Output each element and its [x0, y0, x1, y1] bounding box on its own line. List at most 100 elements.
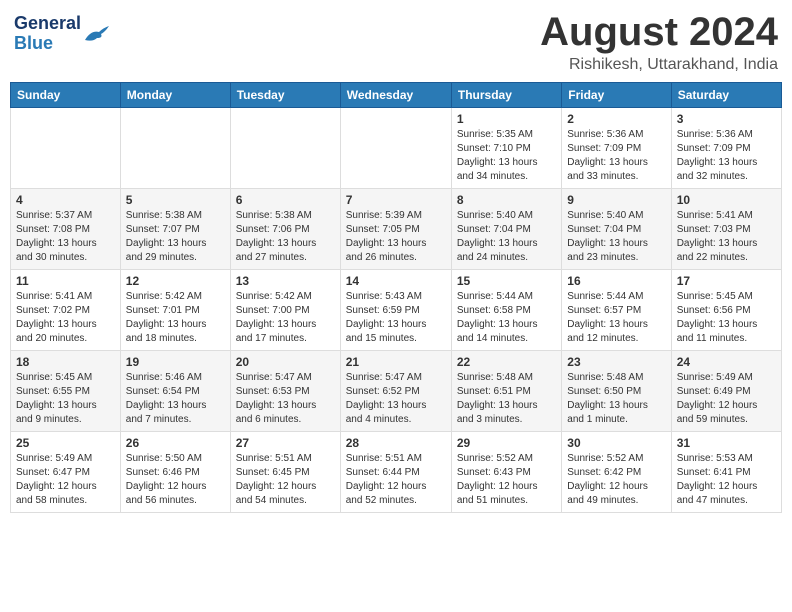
day-number: 19 [126, 355, 225, 369]
calendar-cell: 26 Sunrise: 5:50 AMSunset: 6:46 PMDayligh… [120, 432, 230, 513]
calendar-cell: 5 Sunrise: 5:38 AMSunset: 7:07 PMDaylight… [120, 189, 230, 270]
day-info: Sunrise: 5:40 AMSunset: 7:04 PMDaylight:… [567, 209, 665, 265]
calendar-cell: 4 Sunrise: 5:37 AMSunset: 7:08 PMDaylight… [11, 189, 121, 270]
calendar-cell: 13Sunrise: 5:42 AMSunset: 7:00 PMDayligh… [230, 270, 340, 351]
calendar-cell: 6 Sunrise: 5:38 AMSunset: 7:06 PMDaylight… [230, 189, 340, 270]
calendar-cell: 28 Sunrise: 5:51 AMSunset: 6:44 PMDayligh… [340, 432, 451, 513]
calendar-cell: 25 Sunrise: 5:49 AMSunset: 6:47 PMDayligh… [11, 432, 121, 513]
calendar-header-row: SundayMondayTuesdayWednesdayThursdayFrid… [11, 83, 782, 108]
calendar-cell: 29Sunrise: 5:52 AMSunset: 6:43 PMDayligh… [451, 432, 561, 513]
day-info: Sunrise: 5:41 AMSunset: 7:02 PMDaylight:… [16, 290, 115, 346]
calendar-week-1: 1Sunrise: 5:35 AMSunset: 7:10 PMDaylight… [11, 108, 782, 189]
day-info: Sunrise: 5:38 AMSunset: 7:07 PMDaylight:… [126, 209, 225, 265]
day-info: Sunrise: 5:51 AMSunset: 6:44 PMDaylight:… [346, 452, 446, 508]
day-info: Sunrise: 5:49 AMSunset: 6:47 PMDaylight:… [16, 452, 115, 508]
day-info: Sunrise: 5:51 AMSunset: 6:45 PMDaylight:… [236, 452, 335, 508]
day-info: Sunrise: 5:37 AMSunset: 7:08 PMDaylight:… [16, 209, 115, 265]
day-number: 7 [346, 193, 446, 207]
calendar-cell: 11 Sunrise: 5:41 AMSunset: 7:02 PMDayligh… [11, 270, 121, 351]
calendar-cell: 19 Sunrise: 5:46 AMSunset: 6:54 PMDayligh… [120, 351, 230, 432]
calendar-cell: 10Sunrise: 5:41 AMSunset: 7:03 PMDayligh… [671, 189, 781, 270]
calendar-cell: 17Sunrise: 5:45 AMSunset: 6:56 PMDayligh… [671, 270, 781, 351]
calendar-cell: 3 Sunrise: 5:36 AMSunset: 7:09 PMDaylight… [671, 108, 781, 189]
day-number: 14 [346, 274, 446, 288]
day-info: Sunrise: 5:38 AMSunset: 7:06 PMDaylight:… [236, 209, 335, 265]
logo-bird-icon [83, 22, 111, 46]
day-number: 25 [16, 436, 115, 450]
day-number: 2 [567, 112, 665, 126]
calendar-cell: 16 Sunrise: 5:44 AMSunset: 6:57 PMDayligh… [562, 270, 671, 351]
calendar-cell: 24 Sunrise: 5:49 AMSunset: 6:49 PMDayligh… [671, 351, 781, 432]
day-info: Sunrise: 5:42 AMSunset: 7:01 PMDaylight:… [126, 290, 225, 346]
month-title: August 2024 [540, 10, 778, 54]
day-number: 9 [567, 193, 665, 207]
day-info: Sunrise: 5:47 AMSunset: 6:53 PMDaylight:… [236, 371, 335, 427]
day-number: 16 [567, 274, 665, 288]
calendar-cell: 1Sunrise: 5:35 AMSunset: 7:10 PMDaylight… [451, 108, 561, 189]
day-info: Sunrise: 5:52 AMSunset: 6:42 PMDaylight:… [567, 452, 665, 508]
day-number: 24 [677, 355, 776, 369]
calendar-cell: 30 Sunrise: 5:52 AMSunset: 6:42 PMDayligh… [562, 432, 671, 513]
calendar-cell: 15 Sunrise: 5:44 AMSunset: 6:58 PMDayligh… [451, 270, 561, 351]
day-number: 3 [677, 112, 776, 126]
day-number: 22 [457, 355, 556, 369]
calendar-header-tuesday: Tuesday [230, 83, 340, 108]
day-info: Sunrise: 5:40 AMSunset: 7:04 PMDaylight:… [457, 209, 556, 265]
calendar-cell: 23 Sunrise: 5:48 AMSunset: 6:50 PMDayligh… [562, 351, 671, 432]
calendar-cell: 22 Sunrise: 5:48 AMSunset: 6:51 PMDayligh… [451, 351, 561, 432]
day-number: 5 [126, 193, 225, 207]
calendar-cell [340, 108, 451, 189]
calendar-cell: 14Sunrise: 5:43 AMSunset: 6:59 PMDayligh… [340, 270, 451, 351]
calendar-header-sunday: Sunday [11, 83, 121, 108]
day-info: Sunrise: 5:50 AMSunset: 6:46 PMDaylight:… [126, 452, 225, 508]
location: Rishikesh, Uttarakhand, India [540, 56, 778, 74]
day-number: 17 [677, 274, 776, 288]
day-info: Sunrise: 5:49 AMSunset: 6:49 PMDaylight:… [677, 371, 776, 427]
calendar-header-thursday: Thursday [451, 83, 561, 108]
day-info: Sunrise: 5:44 AMSunset: 6:57 PMDaylight:… [567, 290, 665, 346]
calendar-cell [230, 108, 340, 189]
calendar-cell: 7Sunrise: 5:39 AMSunset: 7:05 PMDaylight… [340, 189, 451, 270]
day-info: Sunrise: 5:48 AMSunset: 6:50 PMDaylight:… [567, 371, 665, 427]
calendar-cell [120, 108, 230, 189]
calendar-header-wednesday: Wednesday [340, 83, 451, 108]
calendar-cell: 27Sunrise: 5:51 AMSunset: 6:45 PMDayligh… [230, 432, 340, 513]
title-area: August 2024 Rishikesh, Uttarakhand, Indi… [540, 10, 778, 74]
calendar-header-monday: Monday [120, 83, 230, 108]
day-info: Sunrise: 5:52 AMSunset: 6:43 PMDaylight:… [457, 452, 556, 508]
calendar-cell: 9 Sunrise: 5:40 AMSunset: 7:04 PMDaylight… [562, 189, 671, 270]
day-info: Sunrise: 5:48 AMSunset: 6:51 PMDaylight:… [457, 371, 556, 427]
day-info: Sunrise: 5:36 AMSunset: 7:09 PMDaylight:… [567, 128, 665, 184]
day-info: Sunrise: 5:44 AMSunset: 6:58 PMDaylight:… [457, 290, 556, 346]
day-info: Sunrise: 5:46 AMSunset: 6:54 PMDaylight:… [126, 371, 225, 427]
calendar-cell: 18Sunrise: 5:45 AMSunset: 6:55 PMDayligh… [11, 351, 121, 432]
day-number: 28 [346, 436, 446, 450]
day-number: 26 [126, 436, 225, 450]
day-info: Sunrise: 5:35 AMSunset: 7:10 PMDaylight:… [457, 128, 556, 184]
day-number: 15 [457, 274, 556, 288]
calendar-header-friday: Friday [562, 83, 671, 108]
calendar-cell: 8 Sunrise: 5:40 AMSunset: 7:04 PMDaylight… [451, 189, 561, 270]
calendar-cell: 20 Sunrise: 5:47 AMSunset: 6:53 PMDayligh… [230, 351, 340, 432]
day-number: 8 [457, 193, 556, 207]
calendar-header-saturday: Saturday [671, 83, 781, 108]
day-number: 11 [16, 274, 115, 288]
calendar-table: SundayMondayTuesdayWednesdayThursdayFrid… [10, 82, 782, 513]
day-info: Sunrise: 5:36 AMSunset: 7:09 PMDaylight:… [677, 128, 776, 184]
day-number: 13 [236, 274, 335, 288]
calendar-cell [11, 108, 121, 189]
page-header: General Blue August 2024 Rishikesh, Utta… [10, 10, 782, 74]
day-number: 30 [567, 436, 665, 450]
calendar-cell: 31Sunrise: 5:53 AMSunset: 6:41 PMDayligh… [671, 432, 781, 513]
day-info: Sunrise: 5:41 AMSunset: 7:03 PMDaylight:… [677, 209, 776, 265]
calendar-week-3: 11 Sunrise: 5:41 AMSunset: 7:02 PMDayligh… [11, 270, 782, 351]
day-number: 23 [567, 355, 665, 369]
day-number: 4 [16, 193, 115, 207]
calendar-cell: 12Sunrise: 5:42 AMSunset: 7:01 PMDayligh… [120, 270, 230, 351]
calendar-week-2: 4 Sunrise: 5:37 AMSunset: 7:08 PMDaylight… [11, 189, 782, 270]
day-number: 31 [677, 436, 776, 450]
day-number: 20 [236, 355, 335, 369]
logo-blue-text: Blue [14, 34, 81, 54]
day-number: 6 [236, 193, 335, 207]
calendar-cell: 2 Sunrise: 5:36 AMSunset: 7:09 PMDaylight… [562, 108, 671, 189]
